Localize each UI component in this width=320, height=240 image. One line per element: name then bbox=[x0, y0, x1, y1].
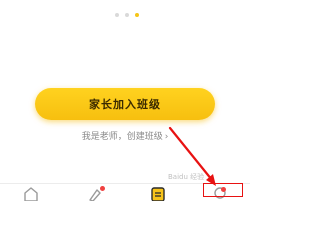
teacher-link-label: 我是老师，创建班级 bbox=[81, 132, 163, 142]
parent-join-class-button[interactable]: 家长加入班级 bbox=[35, 88, 215, 120]
tab-class[interactable] bbox=[143, 184, 173, 201]
annotation-highlight-box bbox=[203, 183, 243, 197]
page-indicator bbox=[115, 13, 139, 17]
home-icon bbox=[24, 187, 38, 201]
page-dot bbox=[125, 13, 129, 17]
teacher-create-class-link[interactable]: 我是老师，创建班级 › bbox=[0, 129, 250, 142]
notebook-icon bbox=[151, 187, 165, 201]
watermark: Baidu 经验 bbox=[168, 173, 205, 181]
page-dot bbox=[115, 13, 119, 17]
page-dot-active bbox=[135, 13, 139, 17]
tab-discover[interactable] bbox=[80, 184, 110, 201]
chevron-right-icon: › bbox=[164, 132, 169, 142]
tab-home[interactable] bbox=[16, 184, 46, 201]
notification-badge bbox=[100, 186, 105, 191]
